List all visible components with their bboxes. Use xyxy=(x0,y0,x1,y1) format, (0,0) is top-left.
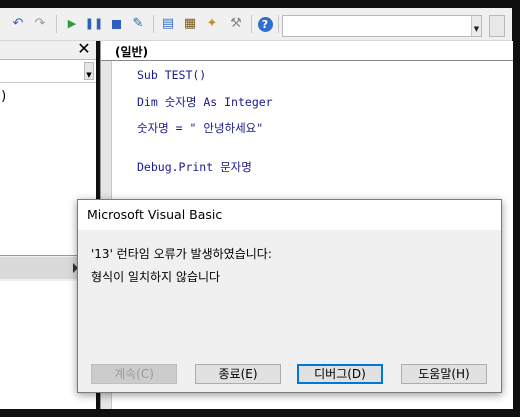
run-icon[interactable]: ▶ xyxy=(64,16,80,32)
end-button[interactable]: 종료(E) xyxy=(195,364,281,384)
project-explorer-icon[interactable]: ▤ xyxy=(160,16,176,32)
toolbar-overflow-icon[interactable] xyxy=(489,15,505,37)
design-mode-icon[interactable]: ✎ xyxy=(130,16,146,32)
undo-icon[interactable]: ↶ xyxy=(10,16,26,32)
properties-icon[interactable]: ▦ xyxy=(182,16,198,32)
code-line[interactable]: 숫자명 = " 안녕하세요" xyxy=(137,120,263,136)
close-icon[interactable]: ✕ xyxy=(75,40,93,58)
pause-icon[interactable]: ❚❚ xyxy=(85,16,103,32)
error-message-line2: 형식이 일치하지 않습니다 xyxy=(91,270,221,284)
toolbar-separator xyxy=(153,15,154,33)
help-button[interactable]: 도움말(H) xyxy=(401,364,487,384)
dialog-title: Microsoft Visual Basic xyxy=(87,207,223,222)
procedure-bar: (일반) xyxy=(101,41,513,61)
object-browser-icon[interactable]: ✦ xyxy=(204,16,220,32)
location-combo[interactable]: ▼ xyxy=(282,15,482,37)
toolbar-separator xyxy=(56,15,57,33)
code-line[interactable]: Dim 숫자명 As Integer xyxy=(137,94,273,110)
object-dropdown-value[interactable]: (일반) xyxy=(115,43,148,60)
panel-titlebar: ✕ xyxy=(0,40,96,60)
chevron-down-icon[interactable]: ▼ xyxy=(84,62,94,80)
code-line[interactable]: Debug.Print 문자명 xyxy=(137,159,252,175)
standard-toolbar: ↶ ↷ ▶ ❚❚ ✎ ▤ ▦ ✦ ⚒ ? ▼ xyxy=(0,8,512,41)
toolbox-icon[interactable]: ⚒ xyxy=(228,16,244,32)
help-icon[interactable]: ? xyxy=(257,16,273,32)
debug-button[interactable]: 디버그(D) xyxy=(297,364,383,384)
dialog-titlebar: Microsoft Visual Basic xyxy=(78,200,501,230)
vba-editor-window: ↶ ↷ ▶ ❚❚ ✎ ▤ ▦ ✦ ⚒ ? ▼ ✕ ▼ ) (일반) Sub TE… xyxy=(0,0,520,417)
continue-button: 계속(C) xyxy=(91,364,177,384)
object-dropdown[interactable]: ▼ xyxy=(0,60,96,83)
chevron-down-icon[interactable]: ▼ xyxy=(471,16,481,36)
tree-item-text: ) xyxy=(0,89,8,104)
toolbar-separator xyxy=(278,15,279,33)
error-dialog: Microsoft Visual Basic '13' 런타임 오류가 발생하였… xyxy=(77,199,502,393)
stop-icon[interactable] xyxy=(108,16,124,32)
error-message-line1: '13' 런타임 오류가 발생하였습니다: xyxy=(91,247,272,261)
code-line[interactable]: Sub TEST() xyxy=(137,68,206,82)
toolbar-separator xyxy=(251,15,252,33)
redo-icon[interactable]: ↷ xyxy=(32,16,48,32)
